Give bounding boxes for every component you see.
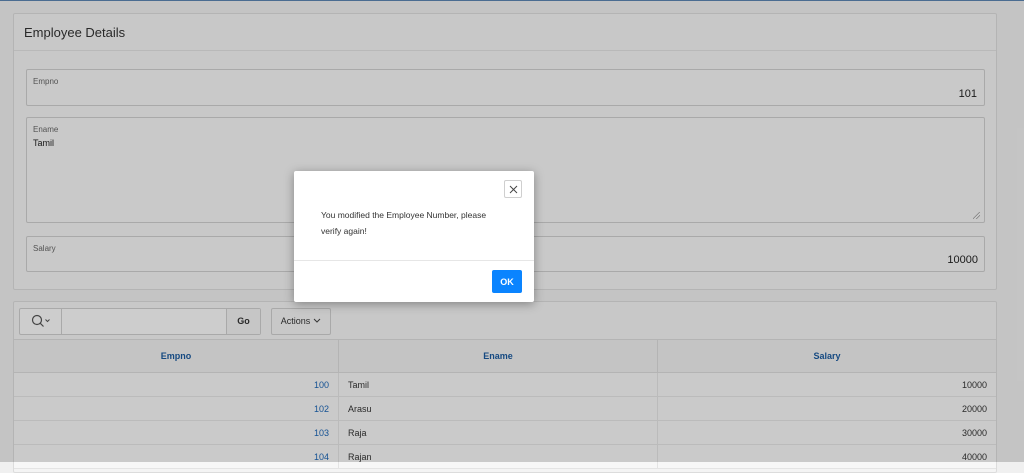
dialog-footer: OK: [294, 260, 534, 303]
close-icon: [509, 185, 517, 193]
dialog-message: You modified the Employee Number, please…: [321, 210, 487, 236]
ok-button[interactable]: OK: [492, 270, 522, 293]
close-button[interactable]: [504, 180, 522, 198]
alert-dialog: You modified the Employee Number, please…: [294, 171, 534, 302]
